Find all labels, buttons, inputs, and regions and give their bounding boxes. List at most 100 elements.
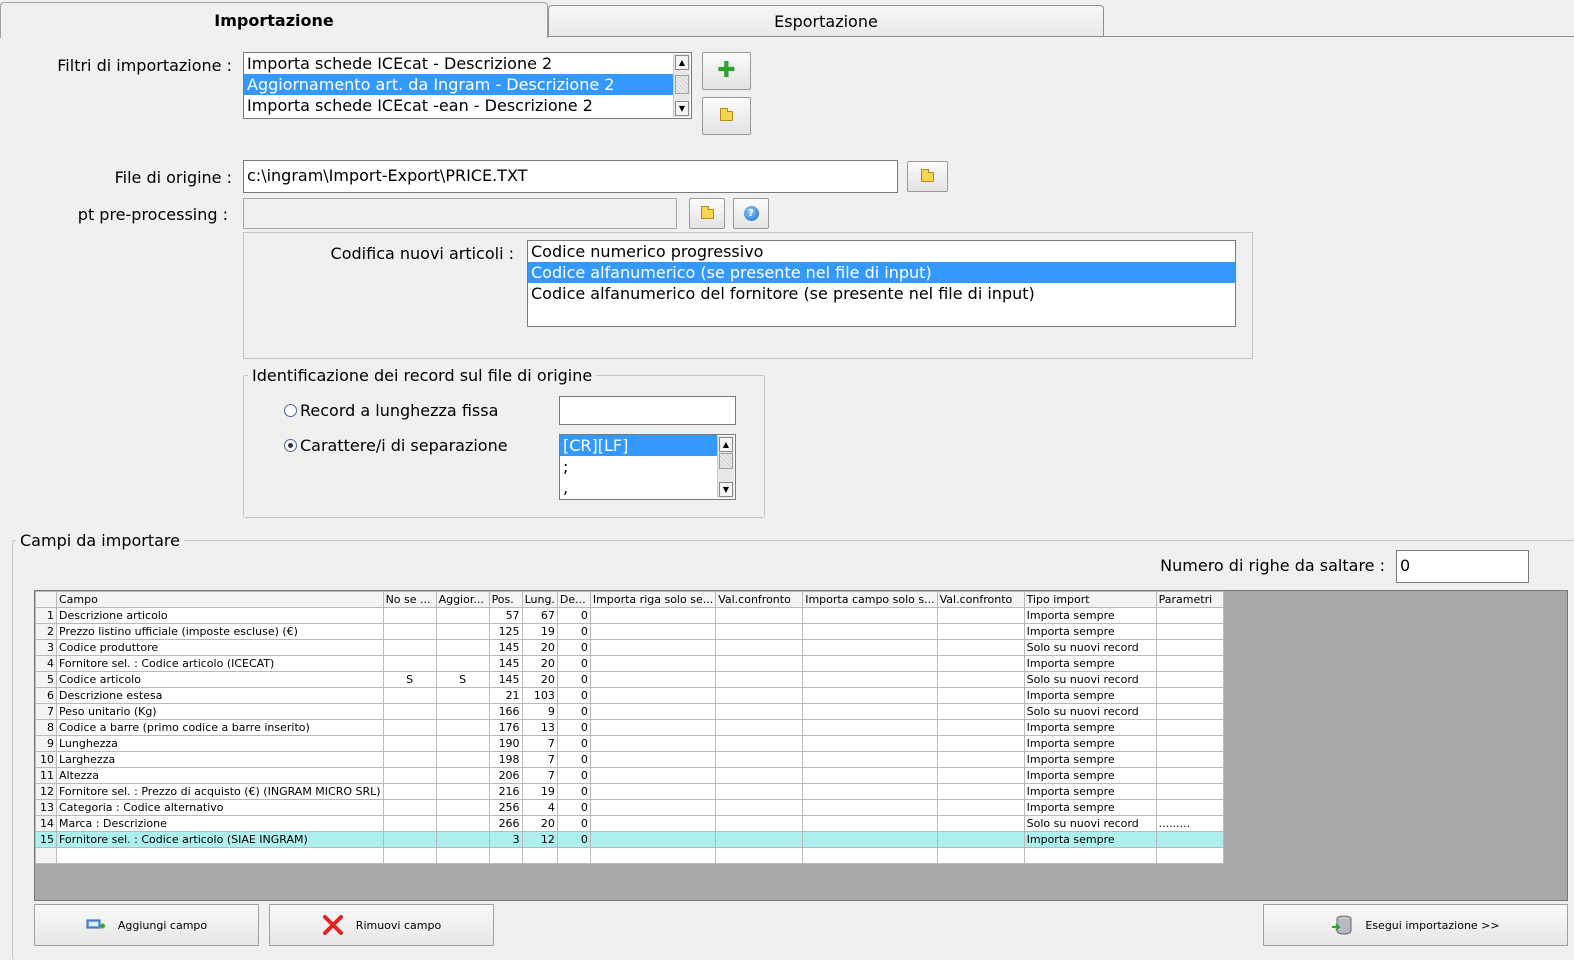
tab-importazione[interactable]: Importazione [0, 2, 548, 38]
column-header[interactable]: Aggior... [435, 591, 490, 608]
table-cell[interactable] [589, 847, 717, 864]
table-cell[interactable]: Lunghezza [56, 735, 384, 752]
table-cell[interactable] [802, 767, 938, 784]
table-row[interactable]: 7 Peso unitario (Kg) 166 9 0 Solo su nuovi re… [35, 703, 1224, 720]
table-cell[interactable] [435, 847, 490, 864]
table-cell[interactable] [589, 623, 717, 640]
table-cell[interactable] [1155, 847, 1224, 864]
list-item[interactable]: Codice numerico progressivo [528, 241, 1235, 262]
table-cell[interactable]: Solo su nuovi record [1023, 671, 1157, 688]
table-cell[interactable]: 13 [521, 719, 558, 736]
table-row[interactable]: 6 Descrizione estesa 21 103 0 Importa sempre [35, 687, 1224, 704]
preprocessing-input[interactable] [243, 198, 677, 229]
table-cell[interactable]: 176 [488, 719, 523, 736]
table-cell[interactable]: Importa sempre [1023, 687, 1157, 704]
table-cell[interactable] [936, 703, 1025, 720]
table-cell[interactable]: 145 [488, 655, 523, 672]
table-cell[interactable] [488, 847, 523, 864]
table-cell[interactable] [715, 703, 804, 720]
add-field-button[interactable]: Aggiungi campo [34, 904, 259, 946]
table-cell[interactable]: Larghezza [56, 751, 384, 768]
table-cell[interactable] [715, 767, 804, 784]
table-cell[interactable] [435, 687, 490, 704]
table-cell[interactable]: Importa sempre [1023, 735, 1157, 752]
table-cell[interactable] [435, 783, 490, 800]
table-cell[interactable] [802, 607, 938, 624]
table-cell[interactable] [382, 783, 437, 800]
table-cell[interactable] [589, 639, 717, 656]
table-cell[interactable]: Solo su nuovi record [1023, 703, 1157, 720]
table-cell[interactable] [715, 847, 804, 864]
table-row[interactable]: 13 Categoria : Codice alternativo 256 4 0 Imp… [35, 799, 1224, 816]
scroll-down-icon[interactable]: ▼ [719, 482, 733, 497]
table-cell[interactable]: 0 [556, 751, 591, 768]
table-cell[interactable] [715, 623, 804, 640]
table-cell[interactable]: 7 [521, 735, 558, 752]
table-cell[interactable]: Fornitore sel. : Codice articolo (SIAE I… [56, 831, 384, 848]
table-cell[interactable] [936, 671, 1025, 688]
table-cell[interactable] [802, 671, 938, 688]
scroll-thumb[interactable] [719, 453, 733, 469]
table-cell[interactable]: 198 [488, 751, 523, 768]
table-cell[interactable]: Importa sempre [1023, 799, 1157, 816]
table-cell[interactable] [435, 751, 490, 768]
skip-rows-input[interactable]: 0 [1396, 550, 1529, 583]
table-cell[interactable]: 12 [521, 831, 558, 848]
table-cell[interactable] [802, 719, 938, 736]
table-cell[interactable] [1155, 687, 1224, 704]
table-cell[interactable]: 216 [488, 783, 523, 800]
column-header[interactable]: Tipo import [1023, 591, 1157, 608]
table-cell[interactable]: 0 [556, 671, 591, 688]
table-cell[interactable] [936, 831, 1025, 848]
table-cell[interactable]: S [382, 671, 437, 688]
table-cell[interactable]: Codice produttore [56, 639, 384, 656]
table-cell[interactable] [715, 639, 804, 656]
table-cell[interactable] [435, 607, 490, 624]
table-cell[interactable]: 0 [556, 639, 591, 656]
table-row[interactable]: 4 Fornitore sel. : Codice articolo (ICECA… [35, 655, 1224, 672]
table-cell[interactable] [435, 767, 490, 784]
table-cell[interactable]: Codice articolo [56, 671, 384, 688]
table-cell[interactable]: Importa sempre [1023, 767, 1157, 784]
column-header[interactable] [35, 591, 57, 608]
table-cell[interactable] [936, 607, 1025, 624]
table-cell[interactable] [1155, 639, 1224, 656]
table-cell[interactable] [1155, 767, 1224, 784]
browse-source-button[interactable] [907, 161, 948, 192]
table-cell[interactable] [382, 655, 437, 672]
column-header[interactable]: Pos. [488, 591, 523, 608]
table-cell[interactable] [936, 735, 1025, 752]
table-cell[interactable] [435, 799, 490, 816]
table-cell[interactable]: Importa sempre [1023, 783, 1157, 800]
table-cell[interactable] [382, 799, 437, 816]
column-header[interactable]: Val.confronto [936, 591, 1025, 608]
separator-radio[interactable] [284, 439, 297, 452]
table-cell[interactable]: Descrizione articolo [56, 607, 384, 624]
table-cell[interactable] [936, 655, 1025, 672]
table-cell[interactable] [936, 847, 1025, 864]
list-item[interactable]: Aggiornamento art. da Ingram - Descrizio… [244, 74, 673, 95]
table-cell[interactable] [1155, 623, 1224, 640]
separator-scrollbar[interactable]: ▲ ▼ [717, 436, 734, 498]
list-item[interactable]: ; [560, 456, 735, 477]
table-cell[interactable] [382, 719, 437, 736]
table-cell[interactable] [589, 655, 717, 672]
table-row[interactable]: 8 Codice a barre (primo codice a barre in… [35, 719, 1224, 736]
table-cell[interactable] [435, 639, 490, 656]
table-cell[interactable] [715, 735, 804, 752]
table-cell[interactable] [382, 623, 437, 640]
table-cell[interactable]: Altezza [56, 767, 384, 784]
table-row[interactable] [35, 847, 1224, 864]
table-cell[interactable] [382, 751, 437, 768]
table-cell[interactable]: Importa sempre [1023, 751, 1157, 768]
table-cell[interactable]: 125 [488, 623, 523, 640]
tab-esportazione[interactable]: Esportazione [548, 5, 1104, 37]
scroll-down-icon[interactable]: ▼ [675, 101, 689, 116]
table-cell[interactable]: 256 [488, 799, 523, 816]
table-cell[interactable] [802, 783, 938, 800]
table-cell[interactable]: 4 [521, 799, 558, 816]
table-cell[interactable] [715, 655, 804, 672]
table-cell[interactable] [715, 719, 804, 736]
table-cell[interactable] [435, 831, 490, 848]
table-cell[interactable] [802, 655, 938, 672]
